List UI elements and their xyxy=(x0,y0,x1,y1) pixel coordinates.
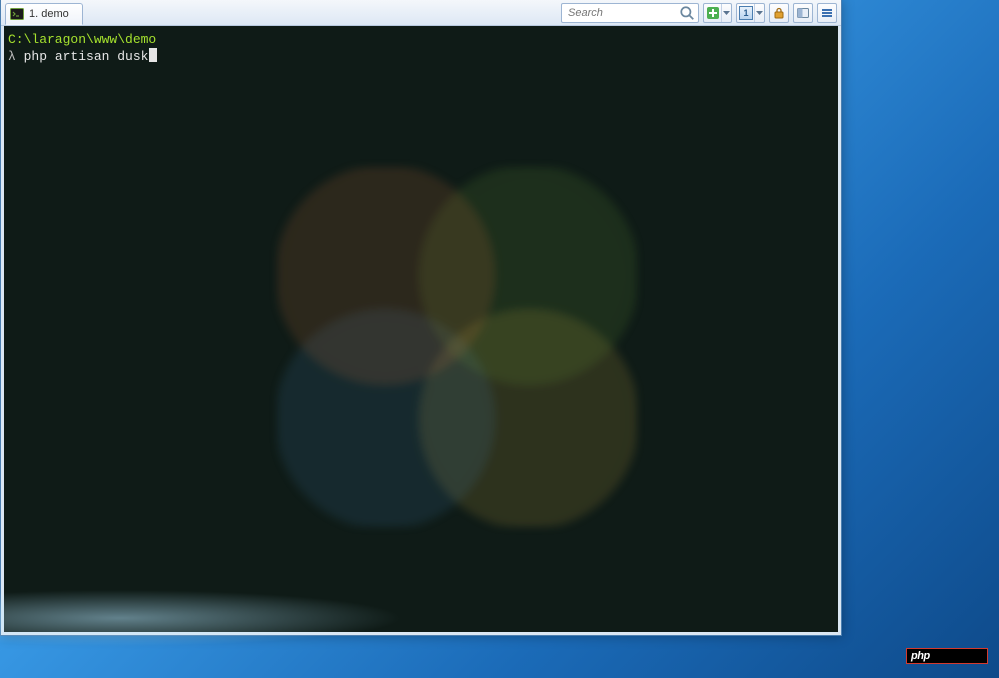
new-tab-dropdown[interactable] xyxy=(721,4,731,22)
tab-list-dropdown[interactable] xyxy=(754,4,764,22)
tray-php-badge[interactable]: php xyxy=(906,648,988,664)
search-icon[interactable] xyxy=(679,5,695,21)
plus-icon xyxy=(706,6,720,20)
toolbar: 1 xyxy=(557,0,841,25)
terminal-body[interactable]: C:\laragon\www\demo λ php artisan dusk xyxy=(4,26,838,632)
tab-demo[interactable]: 1. demo xyxy=(5,3,83,25)
tab-number-icon: 1 xyxy=(739,6,753,20)
tab-strip: 1. demo xyxy=(1,0,83,25)
terminal-prompt: λ xyxy=(8,49,24,64)
cmder-icon xyxy=(10,7,24,21)
tray-badge-text: php xyxy=(911,650,930,662)
panels-icon xyxy=(796,6,810,20)
terminal-line: λ php artisan dusk xyxy=(8,48,834,65)
terminal-window: 1. demo 1 xyxy=(0,0,842,636)
tab-label: 1. demo xyxy=(29,8,69,20)
menu-button[interactable] xyxy=(817,3,837,23)
titlebar: 1. demo 1 xyxy=(1,0,841,26)
new-tab-button[interactable] xyxy=(703,3,732,23)
terminal-cursor xyxy=(149,48,157,62)
tab-list-button[interactable]: 1 xyxy=(736,3,765,23)
hamburger-icon xyxy=(820,6,834,20)
toggle-panels-button[interactable] xyxy=(793,3,813,23)
lock-button[interactable] xyxy=(769,3,789,23)
lock-icon xyxy=(772,6,786,20)
search-input[interactable] xyxy=(568,7,675,19)
terminal-command: php artisan dusk xyxy=(24,49,149,64)
terminal-cwd: C:\laragon\www\demo xyxy=(8,32,834,48)
search-box[interactable] xyxy=(561,3,699,23)
